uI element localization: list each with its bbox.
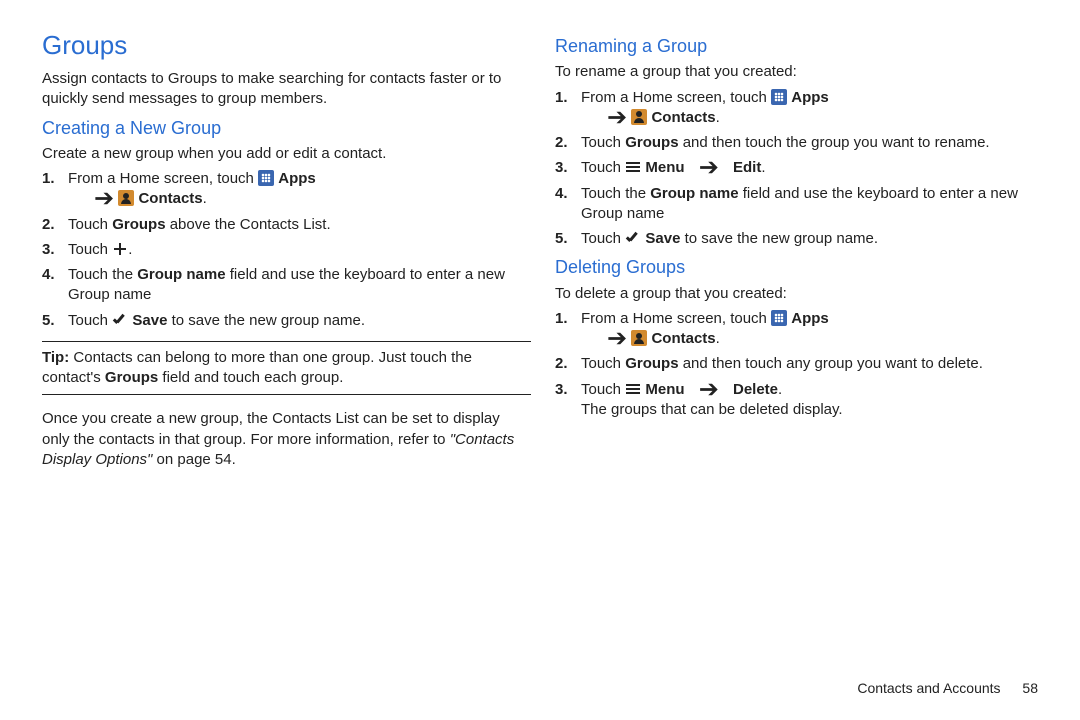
edit-label: Edit (733, 159, 761, 176)
menu-label: Menu (645, 159, 684, 176)
intro-text: Assign contacts to Groups to make search… (42, 69, 531, 110)
plus-icon (112, 241, 128, 257)
creating-steps: 1. From a Home screen, touch Apps ➔ Cont… (42, 169, 531, 331)
contacts-icon (118, 190, 134, 206)
creating-step-2: 2. Touch Groups above the Contacts List. (68, 215, 531, 235)
deleting-intro: To delete a group that you created: (555, 284, 1044, 304)
renaming-step-5: 5. Touch Save to save the new group name… (581, 229, 1044, 249)
renaming-step-4: 4. Touch the Group name field and use th… (581, 184, 1044, 225)
check-icon (625, 230, 641, 246)
d3-text-b: The groups that can be deleted display. (581, 401, 843, 418)
r5-text-b: to save the new group name. (680, 230, 878, 247)
r2-text-a: Touch (581, 134, 625, 151)
deleting-step-3: 3. Touch Menu ➔ Delete. The groups that … (581, 380, 1044, 421)
left-column: Groups Assign contacts to Groups to make… (42, 28, 531, 475)
contacts-icon (631, 330, 647, 346)
heading-creating: Creating a New Group (42, 116, 531, 140)
contacts-line: ➔ Contacts. (94, 190, 207, 207)
apps-icon (771, 310, 787, 326)
creating-step-4: 4. Touch the Group name field and use th… (68, 265, 531, 306)
r2-text-b: and then touch the group you want to ren… (679, 134, 990, 151)
creating-step-5: 5. Touch Save to save the new group name… (68, 311, 531, 331)
r4-groupname: Group name (650, 185, 738, 202)
r5-save: Save (645, 230, 680, 247)
step4-text-a: Touch the (68, 266, 137, 283)
contacts-label-d: Contacts (651, 330, 715, 347)
heading-deleting: Deleting Groups (555, 255, 1044, 279)
menu-icon (625, 160, 641, 174)
step2-text-b: above the Contacts List. (166, 216, 331, 233)
deleting-step-2: 2. Touch Groups and then touch any group… (581, 354, 1044, 374)
creating-step-3: 3. Touch . (68, 240, 531, 260)
contacts-label: Contacts (138, 190, 202, 207)
apps-label-d: Apps (791, 310, 829, 327)
page-footer: Contacts and Accounts 58 (857, 679, 1038, 698)
step5-text-a: Touch (68, 312, 112, 329)
renaming-step-3: 3. Touch Menu ➔ Edit. (581, 158, 1044, 178)
footer-chapter: Contacts and Accounts (857, 680, 1000, 696)
d3-text-a: Touch (581, 381, 625, 398)
creating-intro: Create a new group when you add or edit … (42, 144, 531, 164)
check-icon (112, 312, 128, 328)
creating-step-1: 1. From a Home screen, touch Apps ➔ Cont… (68, 169, 531, 210)
right-column: Renaming a Group To rename a group that … (555, 28, 1044, 475)
apps-label: Apps (278, 170, 316, 187)
contacts-label-r: Contacts (651, 109, 715, 126)
heading-renaming: Renaming a Group (555, 34, 1044, 58)
renaming-step-1: 1. From a Home screen, touch Apps ➔ Cont… (581, 88, 1044, 129)
menu-icon (625, 382, 641, 396)
deleting-steps: 1. From a Home screen, touch Apps ➔ Cont… (555, 309, 1044, 420)
r5-text-a: Touch (581, 230, 625, 247)
heading-groups: Groups (42, 28, 531, 63)
deleting-step-1: 1. From a Home screen, touch Apps ➔ Cont… (581, 309, 1044, 350)
save-label: Save (132, 312, 167, 329)
after-tip-1: Once you create a new group, the Contact… (42, 410, 500, 447)
r3-text-a: Touch (581, 159, 625, 176)
apps-label-r: Apps (791, 89, 829, 106)
menu-label-d: Menu (645, 381, 684, 398)
contacts-icon (631, 109, 647, 125)
page-columns: Groups Assign contacts to Groups to make… (42, 28, 1044, 475)
step3-text: Touch (68, 241, 112, 258)
r4-text-a: Touch the (581, 185, 650, 202)
step2-text-a: Touch (68, 216, 112, 233)
d2-groups-word: Groups (625, 355, 678, 372)
group-name-field-label: Group name (137, 266, 225, 283)
after-tip-paragraph: Once you create a new group, the Contact… (42, 409, 531, 470)
after-tip-2: on page 54. (152, 451, 235, 468)
tip-label: Tip: (42, 349, 69, 366)
renaming-step-2: 2. Touch Groups and then touch the group… (581, 133, 1044, 153)
delete-label: Delete (733, 381, 778, 398)
r2-groups-word: Groups (625, 134, 678, 151)
step5-text-b: to save the new group name. (167, 312, 365, 329)
apps-icon (258, 170, 274, 186)
tip-text-2: field and touch each group. (158, 369, 343, 386)
d2-text-b: and then touch any group you want to del… (679, 355, 983, 372)
footer-page-number: 58 (1022, 680, 1038, 696)
tip-box: Tip: Contacts can belong to more than on… (42, 341, 531, 396)
renaming-steps: 1. From a Home screen, touch Apps ➔ Cont… (555, 88, 1044, 250)
renaming-intro: To rename a group that you created: (555, 62, 1044, 82)
d2-text-a: Touch (581, 355, 625, 372)
contacts-line-d: ➔ Contacts. (607, 330, 720, 347)
tip-groups-word: Groups (105, 369, 158, 386)
groups-word: Groups (112, 216, 165, 233)
apps-icon (771, 89, 787, 105)
contacts-line-r: ➔ Contacts. (607, 109, 720, 126)
